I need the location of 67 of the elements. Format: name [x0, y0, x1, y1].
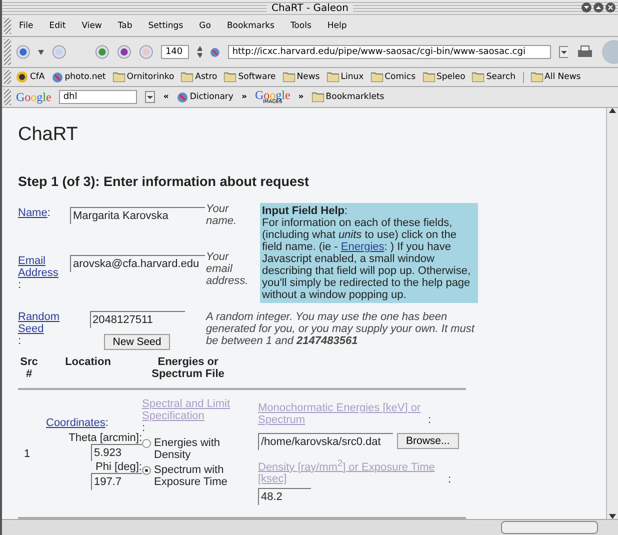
bookmark[interactable]: Ornitorinko: [112, 72, 174, 82]
browse-button[interactable]: Browse...: [397, 433, 459, 450]
field-link[interactable]: Name: [18, 207, 48, 219]
bookmark[interactable]: Software: [224, 72, 276, 82]
bookmark[interactable]: Linux: [326, 72, 364, 82]
menu-item[interactable]: File: [16, 21, 36, 31]
field-note: Your name.: [206, 203, 238, 229]
search-field[interactable]: dhl: [59, 90, 138, 104]
help-link[interactable]: Energies: [340, 241, 384, 253]
window-title: ChaRT - Galeon: [267, 2, 352, 14]
menu-item[interactable]: Edit: [46, 21, 69, 31]
bookmark[interactable]: CfA: [16, 71, 45, 83]
bookmark[interactable]: Search: [472, 72, 516, 82]
text-field[interactable]: Margarita Karovska: [70, 207, 205, 224]
help-box: Input Field Help: For information on each of these fields, (including what units to use) click on the field name. (ie - Energies: ) If you have Javascript enabled, a small window describing that field will pop up. Otherwise, you'll simply be redirected to the help page without a window popping up.: [260, 203, 478, 303]
field-note: A random integer. You may use the one has been generated for you, or you may supply your own. It must be between 1 and 2147483561: [206, 311, 476, 347]
phi-field[interactable]: 197.7: [91, 473, 142, 490]
bookmark[interactable]: News: [282, 72, 320, 82]
radio-label[interactable]: Spectrum with Exposure Time: [154, 464, 258, 488]
column-header: Energies or Spectrum File: [150, 356, 226, 380]
menu-item[interactable]: Go: [196, 21, 214, 31]
file-field[interactable]: /home/karovska/src0.dat: [258, 432, 393, 450]
column-header: Src #: [19, 356, 39, 380]
colon: :: [18, 335, 22, 347]
colon: :: [105, 417, 108, 429]
chevron-button[interactable]: »: [241, 92, 247, 102]
bookmark[interactable]: Comics: [370, 72, 416, 82]
menu-item[interactable]: Bookmarks: [224, 21, 278, 31]
column-header: Location: [64, 356, 112, 370]
text-field[interactable]: 2048127511: [90, 311, 184, 328]
bookmark[interactable]: Speleo: [422, 72, 466, 82]
menu-item[interactable]: View: [78, 21, 105, 31]
source-number: 1: [24, 448, 32, 460]
colon: :: [428, 414, 432, 426]
phi-label: Phi [deg]:: [96, 461, 142, 473]
help-title: Input Field Help: [262, 205, 344, 217]
menu-item[interactable]: Tab: [114, 21, 136, 31]
theta-field[interactable]: 5.923: [91, 444, 142, 461]
bookmark[interactable]: Bookmarklets: [312, 92, 384, 102]
url-field[interactable]: http://icxc.harvard.edu/pipe/www-saosac/cgi-bin/www-saosac.cgi: [228, 45, 552, 59]
field-link[interactable]: Email Address: [18, 255, 68, 279]
field-link[interactable]: Random Seed: [18, 311, 68, 335]
bookmark[interactable]: photo.net: [52, 72, 106, 82]
dictionary-button[interactable]: Dictionary: [176, 92, 234, 102]
colon: :: [142, 422, 146, 434]
zoom-field[interactable]: 140: [161, 45, 190, 59]
bookmark[interactable]: Astro: [181, 72, 218, 82]
density-field[interactable]: 48.2: [258, 488, 311, 506]
theta-label: Theta [arcmin]:: [68, 432, 142, 444]
google-logo[interactable]: Google: [16, 92, 52, 102]
field-note: Your email address.: [206, 251, 250, 289]
menu-item[interactable]: Settings: [145, 21, 186, 31]
new-seed-button[interactable]: New Seed: [104, 334, 170, 350]
radio-label[interactable]: Energies with Density: [154, 437, 258, 461]
bookmark[interactable]: All News: [530, 72, 581, 82]
step-heading: Step 1 (of 3): Enter information about request: [18, 174, 310, 189]
text-field[interactable]: arovska@cfa.harvard.edu: [70, 255, 205, 272]
chevron-button[interactable]: «: [163, 92, 169, 102]
colon: :: [18, 279, 22, 291]
colon: :: [448, 473, 452, 486]
page-title: ChaRT: [18, 124, 79, 146]
colon: :: [47, 207, 50, 219]
colon: :: [344, 205, 348, 217]
chevron-button[interactable]: »: [298, 92, 304, 102]
menu-item[interactable]: Help: [324, 21, 350, 31]
menu-item[interactable]: Tools: [287, 21, 314, 31]
coordinates-link[interactable]: Coordinates: [46, 417, 106, 429]
